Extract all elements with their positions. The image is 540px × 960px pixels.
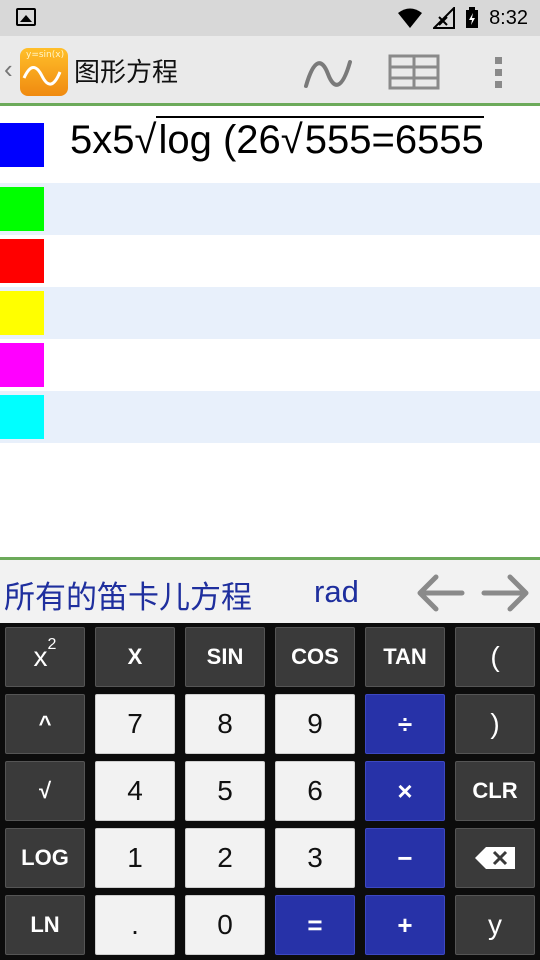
key-4[interactable]: 4 bbox=[95, 761, 175, 821]
radicand: log (26√555=6555 bbox=[156, 116, 484, 162]
key-cos[interactable]: COS bbox=[275, 627, 355, 687]
key-close-paren[interactable]: ) bbox=[455, 694, 535, 754]
key-y[interactable]: y bbox=[455, 895, 535, 955]
radical-sign-icon: √ bbox=[134, 118, 157, 162]
signal-icon bbox=[433, 7, 456, 29]
key-divide[interactable]: ÷ bbox=[365, 694, 445, 754]
key-open-paren[interactable]: ( bbox=[455, 627, 535, 687]
wifi-icon bbox=[398, 8, 423, 28]
angle-unit-toggle[interactable]: rad bbox=[314, 574, 359, 610]
key-minus[interactable]: − bbox=[365, 828, 445, 888]
clock: 8:32 bbox=[489, 6, 528, 29]
key-5[interactable]: 5 bbox=[185, 761, 265, 821]
key-clear[interactable]: CLR bbox=[455, 761, 535, 821]
key-7[interactable]: 7 bbox=[95, 694, 175, 754]
back-chevron-icon[interactable]: ‹ bbox=[4, 54, 13, 85]
color-swatch[interactable] bbox=[0, 395, 44, 439]
formula-part: 5x5 bbox=[70, 118, 135, 162]
key-sqrt[interactable]: √ bbox=[5, 761, 85, 821]
logo-sine-icon bbox=[22, 66, 62, 86]
formula-part: log (26 bbox=[158, 118, 281, 162]
app-bar: ‹ y=sin(x) 图形方程 bbox=[0, 36, 540, 106]
backspace-icon bbox=[475, 847, 515, 869]
key-8[interactable]: 8 bbox=[185, 694, 265, 754]
equation-formula[interactable]: 5x5√log (26√555=6555 bbox=[70, 116, 484, 163]
key-superscript: 2 bbox=[47, 636, 57, 653]
key-x[interactable]: X bbox=[95, 627, 175, 687]
radical-sign-icon: √ bbox=[280, 118, 303, 162]
key-sin[interactable]: SIN bbox=[185, 627, 265, 687]
key-3[interactable]: 3 bbox=[275, 828, 355, 888]
color-swatch[interactable] bbox=[0, 291, 44, 335]
status-bar: 8:32 bbox=[0, 0, 540, 36]
key-equals[interactable]: = bbox=[275, 895, 355, 955]
arrow-right-icon[interactable] bbox=[480, 570, 532, 616]
key-multiply[interactable]: × bbox=[365, 761, 445, 821]
keypad: x2 X SIN COS TAN ( ^ 7 8 9 ÷ ) √ 4 5 6 ×… bbox=[0, 623, 540, 960]
equation-row-6[interactable] bbox=[0, 391, 540, 443]
key-log[interactable]: LOG bbox=[5, 828, 85, 888]
app-logo-icon[interactable]: y=sin(x) bbox=[20, 48, 68, 96]
equation-row-2[interactable] bbox=[0, 183, 540, 235]
equation-list: 5x5√log (26√555=6555 bbox=[0, 110, 540, 443]
status-right: 8:32 bbox=[397, 0, 528, 36]
color-swatch[interactable] bbox=[0, 123, 44, 167]
overflow-menu-icon[interactable] bbox=[488, 52, 508, 92]
formula-part: 555=6555 bbox=[302, 116, 484, 162]
arrow-left-icon[interactable] bbox=[414, 570, 466, 616]
app-title: 图形方程 bbox=[74, 58, 179, 88]
key-decimal[interactable]: . bbox=[95, 895, 175, 955]
equation-type-selector[interactable]: 所有的笛卡儿方程 bbox=[4, 572, 252, 617]
equation-row-5[interactable] bbox=[0, 339, 540, 391]
key-label: x bbox=[33, 641, 48, 672]
key-9[interactable]: 9 bbox=[275, 694, 355, 754]
key-tan[interactable]: TAN bbox=[365, 627, 445, 687]
color-swatch[interactable] bbox=[0, 187, 44, 231]
key-0[interactable]: 0 bbox=[185, 895, 265, 955]
key-6[interactable]: 6 bbox=[275, 761, 355, 821]
key-2[interactable]: 2 bbox=[185, 828, 265, 888]
color-swatch[interactable] bbox=[0, 343, 44, 387]
table-icon[interactable] bbox=[388, 52, 440, 92]
radical: √log (26√555=6555 bbox=[134, 116, 484, 163]
mode-bar: 所有的笛卡儿方程 rad bbox=[0, 557, 540, 623]
equation-row-4[interactable] bbox=[0, 287, 540, 339]
key-1[interactable]: 1 bbox=[95, 828, 175, 888]
key-power[interactable]: ^ bbox=[5, 694, 85, 754]
equation-row-1[interactable]: 5x5√log (26√555=6555 bbox=[0, 110, 540, 183]
key-plus[interactable]: + bbox=[365, 895, 445, 955]
color-swatch[interactable] bbox=[0, 239, 44, 283]
battery-icon bbox=[466, 7, 479, 28]
graph-wave-icon[interactable] bbox=[300, 54, 360, 94]
image-notification-icon bbox=[16, 8, 36, 26]
key-backspace[interactable] bbox=[455, 828, 535, 888]
key-x-squared[interactable]: x2 bbox=[5, 627, 85, 687]
key-ln[interactable]: LN bbox=[5, 895, 85, 955]
equation-row-3[interactable] bbox=[0, 235, 540, 287]
